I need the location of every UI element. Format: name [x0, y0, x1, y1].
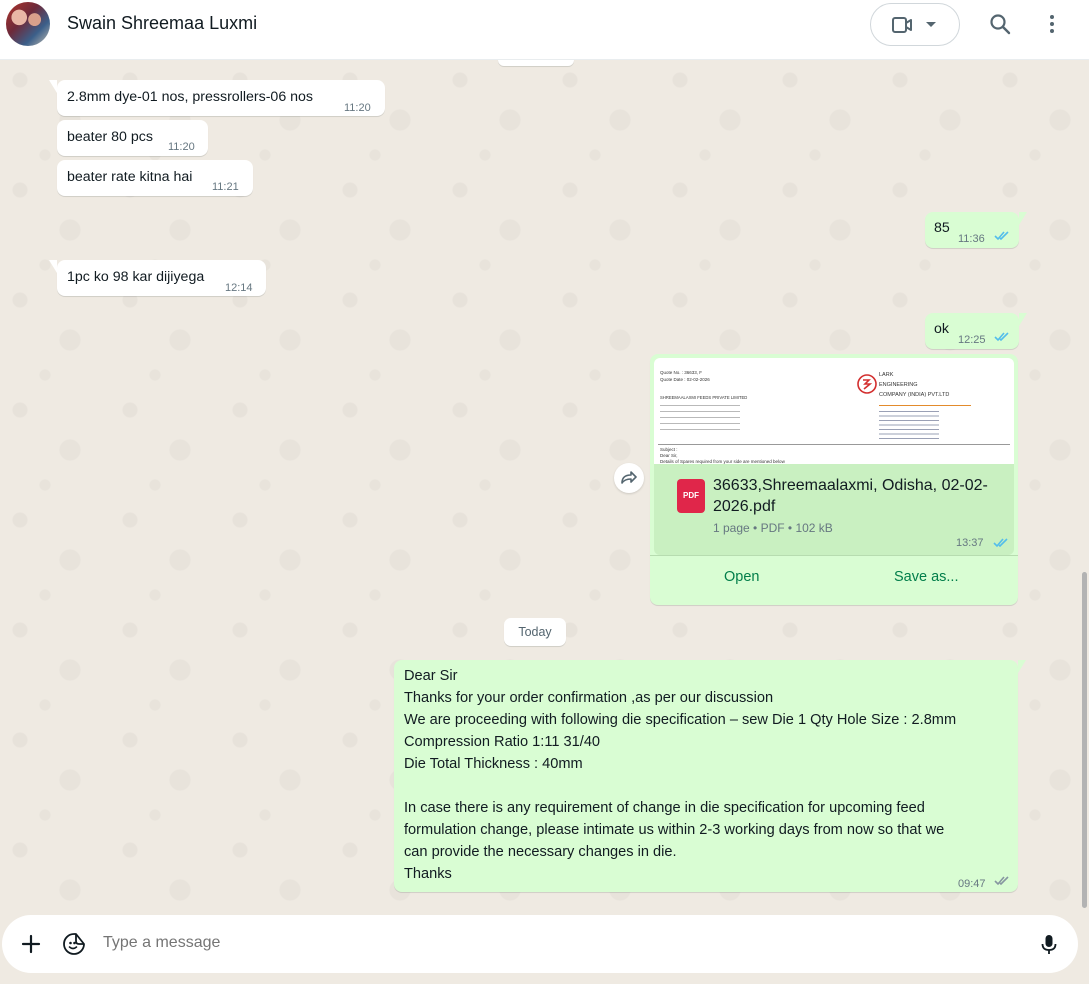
- message-time: 11:21: [212, 181, 239, 193]
- pdf-icon: PDF: [677, 479, 705, 513]
- message-line: Die Total Thickness : 40mm: [404, 756, 583, 772]
- message-text: ok: [934, 321, 949, 337]
- preview-divider: [658, 444, 1010, 445]
- message-line: Thanks: [404, 866, 452, 882]
- more-vert-icon[interactable]: [1040, 12, 1064, 36]
- date-separator: Today: [504, 618, 566, 646]
- composer-bar: [0, 912, 1089, 984]
- outgoing-message[interactable]: Dear Sir Thanks for your order confirmat…: [394, 660, 1026, 892]
- outgoing-message[interactable]: ok 12:25: [925, 313, 1027, 349]
- message-line: Thanks for your order confirmation ,as p…: [404, 690, 774, 706]
- document-meta: 1 page • PDF • 102 kB: [713, 521, 833, 535]
- sticker-icon[interactable]: [62, 932, 86, 956]
- message-text: 2.8mm dye-01 nos, pressrollers-06 nos: [67, 89, 314, 105]
- message-input[interactable]: [103, 934, 1003, 952]
- double-tick-icon: [993, 538, 1008, 548]
- incoming-message[interactable]: beater 80 pcs 11:20: [57, 120, 208, 156]
- preview-company-line: LARK: [879, 372, 894, 378]
- preview-rule: [879, 405, 971, 406]
- incoming-message[interactable]: 2.8mm dye-01 nos, pressrollers-06 nos 11…: [49, 80, 385, 116]
- message-time: 12:25: [958, 334, 986, 346]
- preview-company-details: [879, 409, 939, 441]
- preview-address-block: [660, 402, 740, 430]
- message-line: [404, 775, 956, 797]
- document-preview[interactable]: Quote No. : 36633, F Quote Date : 02-02-…: [654, 358, 1014, 464]
- message-line: Compression Ratio 1:11 31/40: [404, 734, 601, 750]
- preview-salutation: Dear Sir,: [660, 453, 678, 458]
- preview-company-line: COMPANY (INDIA) PVT.LTD: [879, 392, 950, 398]
- video-call-button[interactable]: [870, 3, 960, 46]
- company-logo-icon: [857, 374, 877, 394]
- contact-name[interactable]: Swain Shreemaa Luxmi: [67, 13, 257, 34]
- message-text: Dear Sir Thanks for your order confirmat…: [404, 665, 956, 885]
- message-line: Dear Sir: [404, 668, 458, 684]
- preview-subject: Subject :: [660, 447, 678, 452]
- preview-customer: SHREEMAALAXMI FEEDS PRIVATE LIMITED: [660, 395, 748, 400]
- outgoing-message[interactable]: 85 11:36: [925, 212, 1027, 248]
- incoming-message[interactable]: 1pc ko 98 kar dijiyega 12:14: [49, 260, 266, 296]
- composer: [2, 915, 1078, 973]
- double-tick-icon: [994, 231, 1009, 241]
- double-tick-icon: [994, 332, 1009, 342]
- message-time: 11:36: [958, 233, 985, 245]
- search-icon[interactable]: [988, 12, 1012, 36]
- chat-header: Swain Shreemaa Luxmi: [0, 0, 1089, 60]
- message-time: 09:47: [958, 878, 986, 890]
- save-as-button[interactable]: Save as...: [894, 569, 958, 585]
- message-line: formulation change, please intimate us w…: [404, 822, 945, 838]
- message-text: 85: [934, 220, 950, 236]
- document-actions: Open Save as...: [650, 555, 1018, 605]
- contact-avatar[interactable]: [6, 2, 50, 46]
- forward-icon: [621, 471, 637, 484]
- chat-scrollbar[interactable]: [1082, 572, 1087, 908]
- message-text: 1pc ko 98 kar dijiyega: [67, 269, 205, 285]
- message-time: 11:20: [168, 141, 195, 153]
- document-file-name: 36633,Shreemaalaxmi, Odisha, 02-02-2026.…: [713, 477, 988, 515]
- preview-quote-date: Quote Date : 02-02-2026: [660, 377, 710, 382]
- message-text: beater rate kitna hai: [67, 169, 193, 185]
- document-message[interactable]: Quote No. : 36633, F Quote Date : 02-02-…: [650, 354, 1018, 605]
- double-tick-icon: [994, 876, 1009, 886]
- message-line: We are proceeding with following die spe…: [404, 712, 957, 728]
- plus-icon[interactable]: [20, 933, 42, 955]
- chevron-down-icon: [926, 22, 936, 27]
- date-separator-partial: [498, 60, 574, 66]
- chat-area[interactable]: 2.8mm dye-01 nos, pressrollers-06 nos 11…: [0, 60, 1089, 912]
- mic-icon[interactable]: [1039, 933, 1059, 957]
- incoming-message[interactable]: beater rate kitna hai 11:21: [57, 160, 253, 196]
- message-line: In case there is any requirement of chan…: [404, 800, 925, 816]
- message-time: 11:20: [344, 102, 371, 114]
- forward-button[interactable]: [614, 463, 644, 493]
- preview-quote-no: Quote No. : 36633, F: [660, 370, 703, 375]
- message-text: beater 80 pcs: [67, 129, 153, 145]
- message-time: 12:14: [225, 282, 253, 294]
- open-document-button[interactable]: Open: [724, 569, 759, 585]
- message-time: 13:37: [956, 537, 984, 549]
- preview-company-line: ENGINEERING: [879, 382, 918, 388]
- document-info[interactable]: PDF 36633,Shreemaalaxmi, Odisha, 02-02-2…: [654, 464, 1014, 555]
- video-call-icon: [892, 17, 912, 33]
- message-line: can provide the necessary changes in die…: [404, 844, 677, 860]
